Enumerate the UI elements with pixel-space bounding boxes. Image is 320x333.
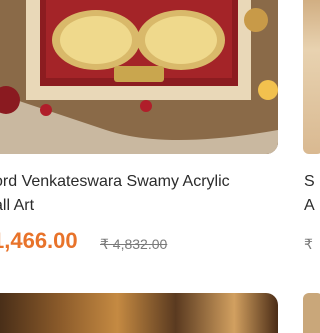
product-title-line1: ord Venkateswara Swamy Acrylic <box>0 173 230 190</box>
product-image[interactable] <box>0 0 278 154</box>
next-product-title-line1: S <box>304 173 315 190</box>
next-product-title-line2: A <box>304 197 315 214</box>
next-product-title-peek[interactable]: S A <box>304 170 315 218</box>
sale-price: 1,466.00 <box>0 228 78 253</box>
next-product-image-peek[interactable] <box>303 0 320 154</box>
original-price: ₹ 4,832.00 <box>100 236 168 252</box>
next-product-price-peek: ₹ <box>304 236 313 252</box>
next-row-product-image[interactable] <box>0 293 278 333</box>
product-title-line2: all Art <box>0 197 35 214</box>
next-row-peek-image[interactable] <box>303 293 320 333</box>
product-title[interactable]: ord Venkateswara Swamy Acrylic all Art <box>0 170 294 218</box>
